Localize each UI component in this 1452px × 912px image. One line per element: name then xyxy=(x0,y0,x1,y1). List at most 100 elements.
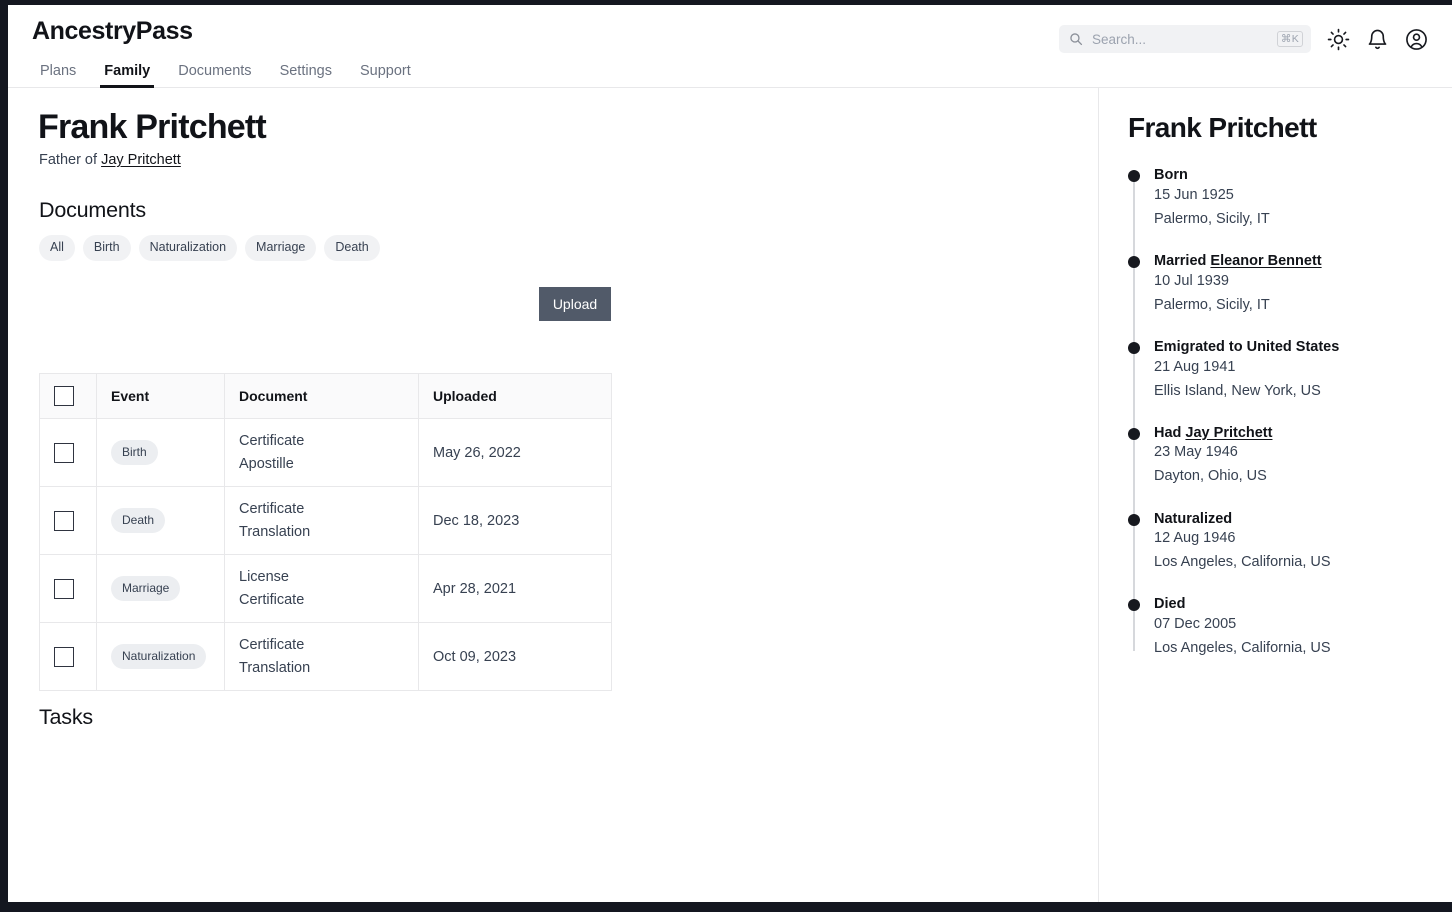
document-line-2: Translation xyxy=(239,659,311,676)
timeline-rail xyxy=(1133,176,1135,652)
filter-pill-death[interactable]: Death xyxy=(324,235,380,261)
cell-uploaded: Apr 28, 2021 xyxy=(418,554,612,623)
timeline-event: Born 15 Jun 1925 Palermo, Sicily, IT xyxy=(1128,166,1428,230)
row-checkbox[interactable] xyxy=(54,578,74,599)
cell-uploaded: Oct 09, 2023 xyxy=(418,622,612,691)
cell-document: Certificate Translation xyxy=(224,622,419,691)
nav-tab-support[interactable]: Support xyxy=(346,62,425,89)
nav-tab-settings[interactable]: Settings xyxy=(266,62,346,89)
timeline-event: Married Eleanor Bennett 10 Jul 1939 Palerm… xyxy=(1128,252,1428,316)
search-shortcut-badge: ⌘K xyxy=(1276,30,1303,48)
timeline-event: Naturalized 12 Aug 1946 Los Angeles, Calif… xyxy=(1128,510,1428,574)
event-tag: Birth xyxy=(111,440,158,465)
event-tag: Naturalization xyxy=(111,644,207,669)
row-select-cell xyxy=(39,622,97,691)
nav-tab-family[interactable]: Family xyxy=(90,63,164,89)
document-line-2: Translation xyxy=(239,523,311,540)
row-checkbox[interactable] xyxy=(54,646,74,667)
timeline-event-date: 10 Jul 1939 xyxy=(1154,272,1229,289)
search-input[interactable] xyxy=(1092,31,1277,47)
timeline-event-place: Los Angeles, California, US xyxy=(1154,640,1331,657)
app-brand-title: AncestryPass xyxy=(32,17,193,45)
timeline-person-link[interactable]: Eleanor Bennett xyxy=(1210,253,1321,269)
document-line-1: Certificate xyxy=(239,501,305,518)
nav-tab-label: Documents xyxy=(178,62,252,79)
body-split: Frank Pritchett Father of Jay Pritchett … xyxy=(8,88,1452,902)
documents-section-heading: Documents xyxy=(39,198,146,222)
timeline-event-title: Died xyxy=(1154,595,1428,614)
timeline-event: Emigrated to United States 21 Aug 1941 Ell… xyxy=(1128,338,1428,402)
table-row[interactable]: Birth Certificate Apostille May 26, 2022 xyxy=(39,418,612,487)
filter-pill-marriage[interactable]: Marriage xyxy=(245,235,317,261)
app-header: AncestryPass Plans Family Documents Setting… xyxy=(8,5,1452,88)
row-select-cell xyxy=(39,554,97,623)
timeline-dot-icon xyxy=(1128,341,1140,354)
nav-tab-label: Settings xyxy=(279,62,332,79)
event-tag: Death xyxy=(111,508,166,533)
timeline-dot-icon xyxy=(1128,427,1140,440)
table-row[interactable]: Naturalization Certificate Translation Oct … xyxy=(39,622,612,691)
timeline-event-title: Married Eleanor Bennett xyxy=(1154,252,1428,271)
row-checkbox[interactable] xyxy=(54,510,74,531)
timeline-event-place: Dayton, Ohio, US xyxy=(1154,468,1267,485)
timeline-person-link[interactable]: Jay Pritchett xyxy=(1185,425,1272,441)
timeline-event-date: 23 May 1946 xyxy=(1154,444,1238,461)
person-relation: Father of Jay Pritchett xyxy=(39,152,181,168)
main-navigation-tabs: Plans Family Documents Settings Support xyxy=(26,57,425,88)
timeline-event-title: Had Jay Pritchett xyxy=(1154,424,1428,443)
relation-prefix-text: Father of xyxy=(39,152,102,168)
browser-window-frame: AncestryPass Plans Family Documents Setting… xyxy=(0,0,1452,912)
select-all-checkbox[interactable] xyxy=(54,386,74,406)
nav-tab-documents[interactable]: Documents xyxy=(164,62,265,89)
timeline-event-place: Los Angeles, California, US xyxy=(1154,554,1331,571)
app-page: AncestryPass Plans Family Documents Setting… xyxy=(8,5,1452,902)
document-line-1: Certificate xyxy=(239,637,305,654)
filter-pill-birth[interactable]: Birth xyxy=(82,235,131,261)
nav-tab-plans[interactable]: Plans xyxy=(26,63,90,89)
timeline-sidebar: Frank Pritchett Born 15 Jun 1925 Palermo, … xyxy=(1100,88,1452,902)
timeline-event-title-text: Naturalized xyxy=(1154,510,1233,527)
timeline-event-title-text: Born xyxy=(1154,167,1188,183)
search-box[interactable]: ⌘K xyxy=(1059,25,1311,53)
timeline-dot-icon xyxy=(1128,513,1140,526)
timeline-event-place: Palermo, Sicily, IT xyxy=(1154,296,1270,313)
upload-button[interactable]: Upload xyxy=(539,287,611,321)
timeline-dot-icon xyxy=(1128,170,1140,182)
column-header-event[interactable]: Event xyxy=(96,373,225,419)
header-actions: ⌘K xyxy=(1059,25,1428,53)
main-content-column: Frank Pritchett Father of Jay Pritchett … xyxy=(8,88,1099,902)
timeline-dot-icon xyxy=(1128,255,1140,268)
brightness-sun-icon[interactable] xyxy=(1327,28,1350,51)
column-header-uploaded[interactable]: Uploaded xyxy=(418,373,612,419)
document-line-2: Apostille xyxy=(239,455,294,472)
column-header-document[interactable]: Document xyxy=(224,373,419,419)
notification-bell-icon[interactable] xyxy=(1366,28,1389,51)
timeline-event: Died 07 Dec 2005 Los Angeles, California, … xyxy=(1128,595,1428,659)
document-line-1: Certificate xyxy=(239,433,305,450)
timeline-event-date: 15 Jun 1925 xyxy=(1154,186,1234,203)
document-line-2: Certificate xyxy=(239,591,305,608)
timeline-event-date: 21 Aug 1941 xyxy=(1154,358,1236,375)
row-checkbox[interactable] xyxy=(54,442,74,463)
row-select-cell xyxy=(39,418,97,487)
tasks-section-heading: Tasks xyxy=(39,705,93,729)
document-filter-pills: All Birth Naturalization Marriage Death xyxy=(39,235,380,261)
filter-pill-naturalization[interactable]: Naturalization xyxy=(138,235,238,261)
sidebar-person-title: Frank Pritchett xyxy=(1128,112,1317,143)
filter-pill-all[interactable]: All xyxy=(39,235,75,261)
table-row[interactable]: Death Certificate Translation Dec 18, 2023 xyxy=(39,486,612,555)
cell-event: Death xyxy=(96,486,225,555)
nav-tab-label: Support xyxy=(359,62,411,79)
page-title: Frank Pritchett xyxy=(38,108,267,146)
cell-event: Marriage xyxy=(96,554,225,623)
timeline-event-title-text: Died xyxy=(1154,596,1186,613)
account-avatar-icon[interactable] xyxy=(1405,28,1428,51)
relation-person-link[interactable]: Jay Pritchett xyxy=(101,152,181,168)
timeline-event-title-text: Married xyxy=(1154,252,1211,269)
table-row[interactable]: Marriage License Certificate Apr 28, 2021 xyxy=(39,554,612,623)
timeline-event-date: 12 Aug 1946 xyxy=(1154,530,1236,547)
cell-event: Birth xyxy=(96,418,225,487)
timeline-event-place: Palermo, Sicily, IT xyxy=(1154,210,1270,227)
timeline-event-place: Ellis Island, New York, US xyxy=(1154,382,1321,399)
documents-table-body: Birth Certificate Apostille May 26, 2022 Dea… xyxy=(39,418,612,691)
